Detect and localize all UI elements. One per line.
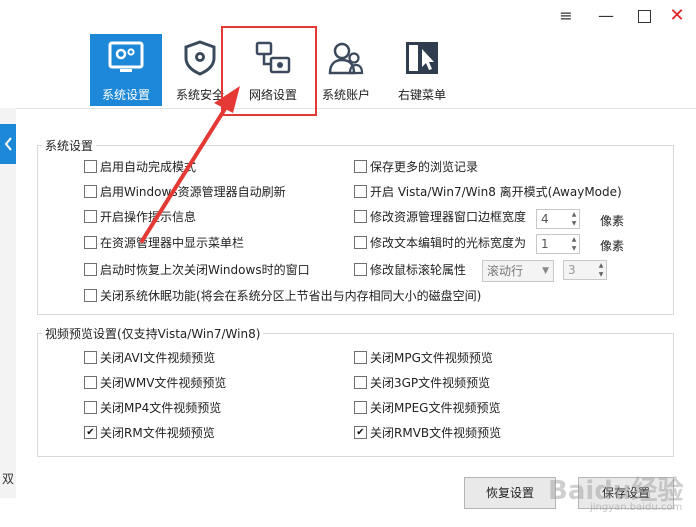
cursor-menu-icon [406,42,438,74]
checkbox[interactable] [84,263,97,276]
option-mpeg[interactable]: 关闭MPEG文件视频预览 [354,399,500,417]
unit-label: 像素 [600,239,625,253]
checkbox[interactable] [84,401,97,414]
checkbox[interactable] [354,376,367,389]
checkbox[interactable] [84,210,97,223]
tab-label: 系统账户 [321,88,370,102]
video-settings-title: 视频预览设置(仅支持Vista/Win7/Win8) [42,325,264,342]
checkbox[interactable] [354,185,367,198]
tab-network-settings[interactable]: 网络设置 [237,34,309,106]
close-icon[interactable]: ✕ [665,4,689,28]
tab-system-security[interactable]: 系统安全 [164,34,236,106]
option-cursor-width[interactable]: 修改文本编辑时的光标宽度为 [354,234,526,252]
option-explorer-refresh[interactable]: 启用Windows资源管理器自动刷新 [84,183,286,201]
restore-button[interactable]: 恢复设置 [464,477,556,509]
left-panel-text: 双 [2,472,15,486]
watermark-sub: jingyan.baidu.com [590,502,683,513]
border-width-stepper[interactable]: 4 ▲ ▼ [536,209,580,229]
checkbox[interactable] [84,376,97,389]
wheel-lines-stepper[interactable]: 3 ▲ ▼ [563,260,607,280]
tab-label: 右键菜单 [397,88,446,102]
collapse-handle[interactable] [0,124,16,164]
tab-label: 系统设置 [101,88,150,102]
checkbox[interactable] [354,401,367,414]
option-rm[interactable]: ✔ 关闭RM文件视频预览 [84,424,215,442]
option-3gp[interactable]: 关闭3GP文件视频预览 [354,374,490,392]
menu-icon[interactable]: ≡ [554,4,578,28]
option-restore-windows[interactable]: 启动时恢复上次关闭Windows时的窗口 [84,261,310,279]
checkbox[interactable] [354,210,367,223]
option-auto-complete[interactable]: 启用自动完成模式 [84,158,196,176]
shield-gear-icon [184,40,216,76]
checkbox[interactable] [84,185,97,198]
option-avi[interactable]: 关闭AVI文件视频预览 [84,349,215,367]
checkbox[interactable] [84,160,97,173]
left-panel [0,108,16,498]
option-wheel-attr[interactable]: 修改鼠标滚轮属性 [354,261,466,279]
checkbox[interactable] [354,160,367,173]
checkbox[interactable]: ✔ [354,426,367,439]
minimize-icon[interactable]: — [594,4,618,28]
tab-label: 网络设置 [248,88,297,102]
checkbox[interactable] [354,263,367,276]
system-settings-title: 系统设置 [42,137,97,154]
checkbox[interactable] [84,289,97,302]
option-disable-hibernate[interactable]: 关闭系统休眠功能(将会在系统分区上节省出与内存相同大小的磁盘空间) [84,287,481,305]
option-rmvb[interactable]: ✔ 关闭RMVB文件视频预览 [354,424,501,442]
chevron-left-icon [4,137,12,151]
cursor-width-stepper[interactable]: 1 ▲ ▼ [536,234,580,254]
checkbox[interactable] [84,351,97,364]
unit-label: 像素 [600,214,625,228]
tab-system-accounts[interactable]: 系统账户 [310,34,382,106]
option-mp4[interactable]: 关闭MP4文件视频预览 [84,399,221,417]
option-wmv[interactable]: 关闭WMV文件视频预览 [84,374,226,392]
option-away-mode[interactable]: 开启 Vista/Win7/Win8 离开模式(AwayMode) [354,183,622,201]
toolbar: 系统设置 系统安全 网络设置 系统账户 右键菜单 [0,32,696,109]
checkbox[interactable] [84,236,97,249]
maximize-icon[interactable] [632,4,656,28]
monitor-gear-icon [108,41,144,72]
tab-label: 系统安全 [175,88,224,102]
checkbox[interactable]: ✔ [84,426,97,439]
tab-system-settings[interactable]: 系统设置 [90,34,162,106]
network-gear-icon [255,41,291,74]
option-show-menubar[interactable]: 在资源管理器中显示菜单栏 [84,234,244,252]
option-save-history[interactable]: 保存更多的浏览记录 [354,158,478,176]
checkbox[interactable] [354,351,367,364]
checkbox[interactable] [354,236,367,249]
title-bar: ≡ — ✕ [0,0,696,32]
option-tooltip-info[interactable]: 开启操作提示信息 [84,208,196,226]
option-mpg[interactable]: 关闭MPG文件视频预览 [354,349,493,367]
wheel-mode-select[interactable]: 滚动行 ▼ [482,260,554,282]
tab-context-menu[interactable]: 右键菜单 [386,34,458,106]
option-border-width[interactable]: 修改资源管理器窗口边框宽度 [354,208,526,226]
users-icon [328,42,364,75]
chevron-down-icon: ▼ [542,266,549,276]
